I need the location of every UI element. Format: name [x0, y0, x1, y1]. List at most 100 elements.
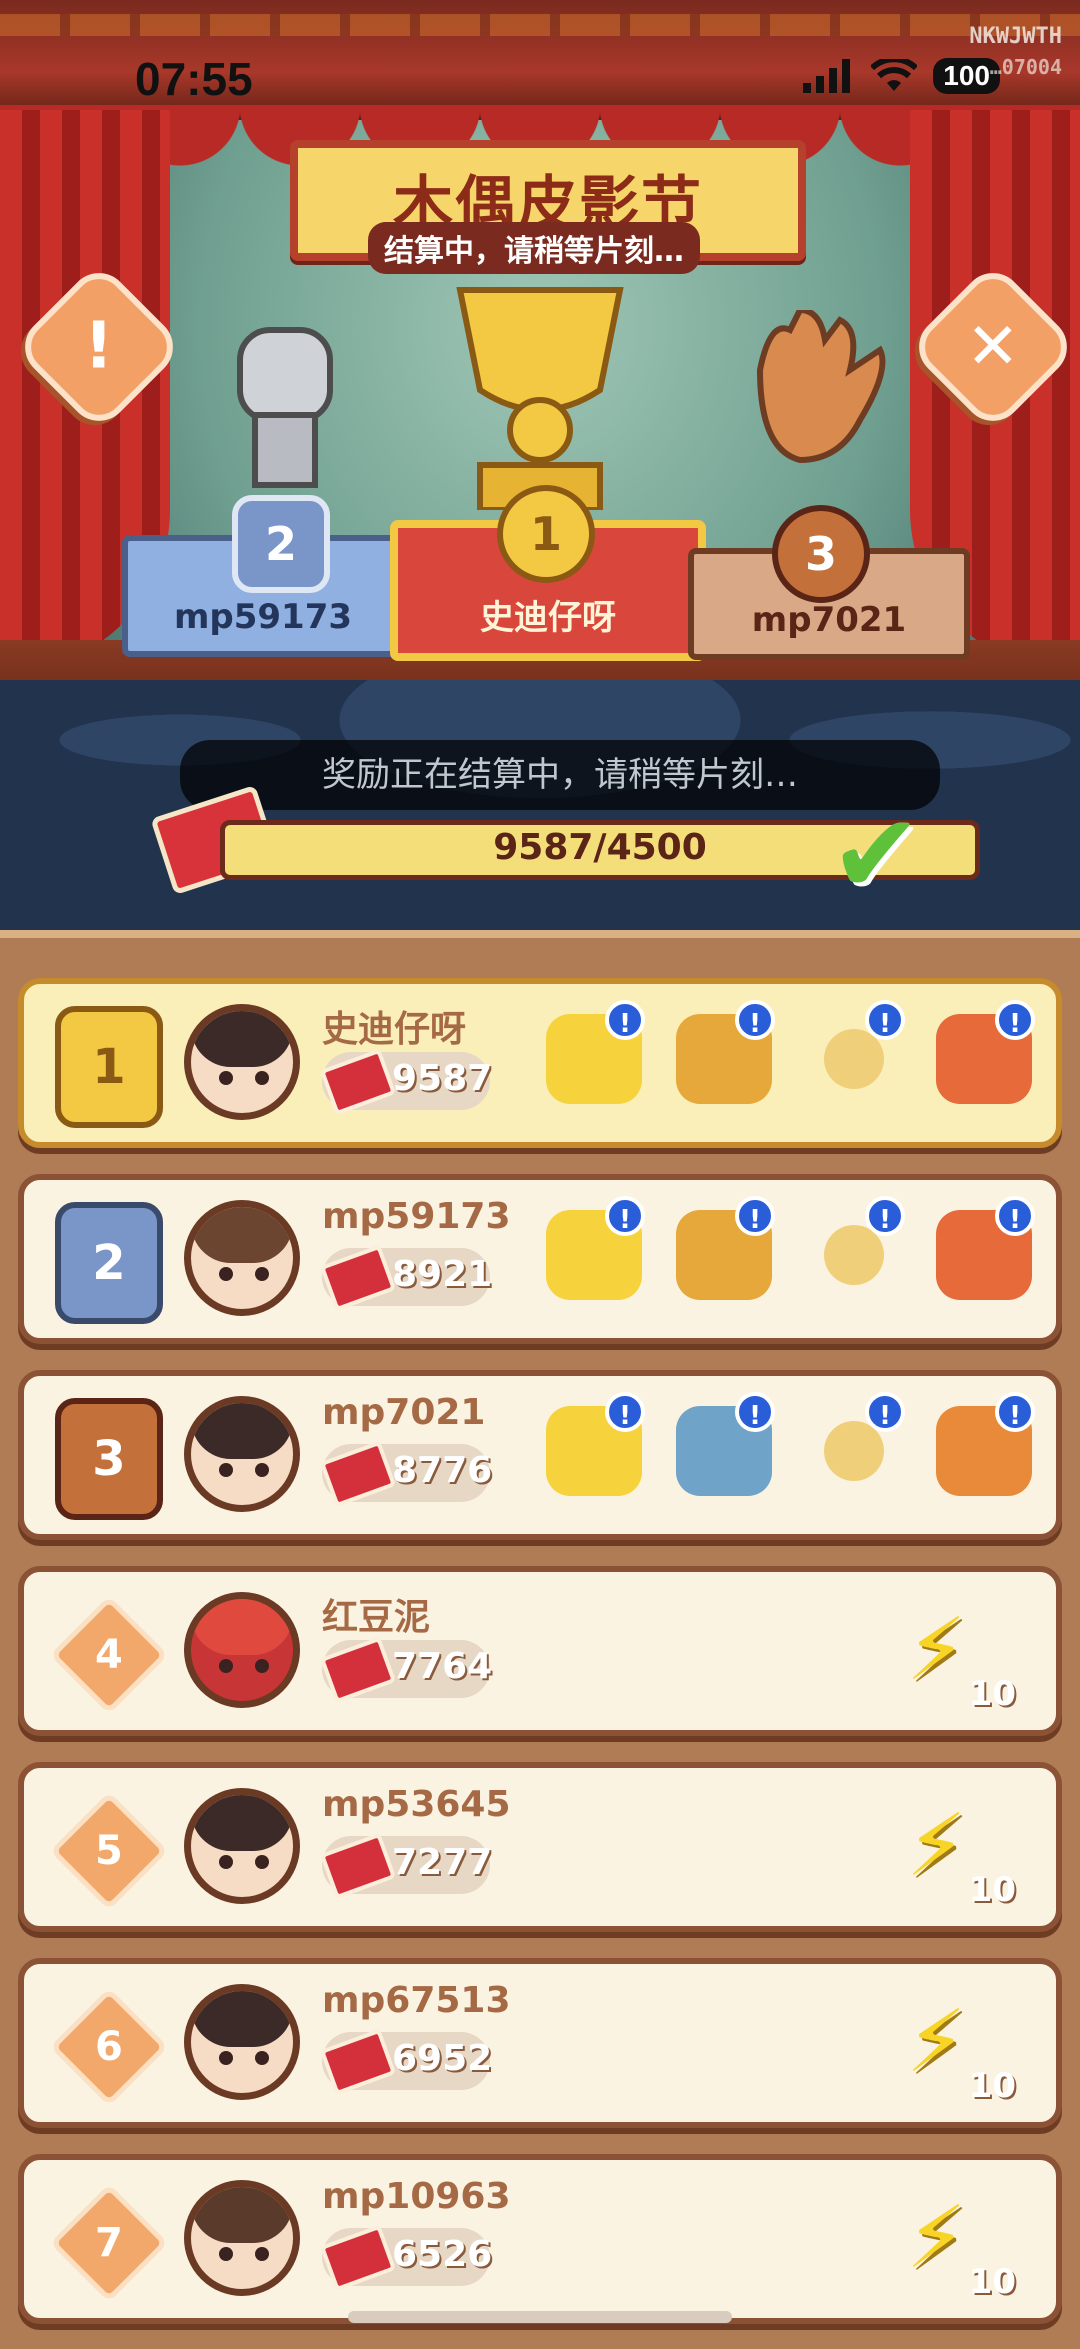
ticket-icon — [319, 1244, 397, 1312]
info-icon[interactable]: ! — [865, 1196, 905, 1236]
avatar[interactable] — [184, 1788, 300, 1904]
close-icon: ✕ — [966, 310, 1020, 384]
rank-badge: 6 — [49, 1987, 169, 2107]
info-icon[interactable]: ! — [605, 1000, 645, 1040]
avatar[interactable] — [184, 1592, 300, 1708]
rank-1-badge: 1 — [497, 485, 595, 583]
info-icon[interactable]: ! — [605, 1196, 645, 1236]
info-icon[interactable]: ! — [735, 1392, 775, 1432]
reward-count: 10 — [968, 1674, 1016, 1714]
reward-item[interactable]: ! — [799, 1196, 909, 1310]
leaderboard-row[interactable]: 7 mp10963 6526 ⚡ 10 — [18, 2154, 1062, 2324]
player-name: mp67513 — [322, 1980, 511, 2021]
player-score: 9587 — [319, 1048, 492, 1116]
player-score: 7277 — [319, 1832, 493, 1900]
reward-item[interactable]: ! — [929, 1000, 1039, 1114]
key-icon — [824, 1421, 884, 1481]
leaderboard-row[interactable]: 2 mp59173 8921 ! ! ! ! — [18, 1174, 1062, 1344]
reward-item[interactable]: ! — [929, 1196, 1039, 1310]
avatar[interactable] — [184, 1396, 300, 1512]
beam-decoration — [0, 14, 1080, 36]
score-value: 7764 — [392, 1646, 493, 1687]
score-value: 7277 — [392, 1842, 493, 1883]
watermark-line2: …07004 — [989, 54, 1062, 79]
info-icon[interactable]: ! — [995, 1196, 1035, 1236]
player-name: 红豆泥 — [322, 1597, 431, 1638]
info-icon[interactable]: ! — [995, 1000, 1035, 1040]
reward-item[interactable]: ! — [669, 1196, 779, 1310]
info-icon[interactable]: ! — [995, 1392, 1035, 1432]
bronze-hand-trophy — [730, 306, 900, 494]
bronze-rank-icon: 3 — [55, 1398, 163, 1520]
stage-header: 07:55 100 NKWJWTH …07004 木偶皮影节 结算中，请稍等片刻… — [0, 0, 1080, 930]
settlement-notice: 奖励正在结算中，请稍等片刻… — [180, 740, 940, 810]
rank-badge: 5 — [49, 1791, 169, 1911]
reward-item[interactable]: ! — [799, 1000, 909, 1114]
player-name: mp7021 — [322, 1392, 486, 1433]
leaderboard-list[interactable]: 1 史迪仔呀 9587 ! ! ! ! 2 mp59173 8921 ! ! !… — [0, 930, 1080, 2349]
reward-item[interactable]: ! — [539, 1000, 649, 1114]
check-icon: ✔ — [830, 790, 923, 918]
leaderboard-row[interactable]: 3 mp7021 8776 ! ! ! ! — [18, 1370, 1062, 1540]
info-icon[interactable]: ! — [865, 1000, 905, 1040]
player-score: 6526 — [319, 2224, 492, 2292]
score-value: 6952 — [392, 2038, 493, 2079]
ticket-icon — [319, 1440, 397, 1508]
energy-reward[interactable]: ⚡ 10 — [896, 2182, 1016, 2302]
avatar[interactable] — [184, 1984, 300, 2100]
lightning-icon: ⚡ — [906, 2188, 967, 2288]
leaderboard-row[interactable]: 4 红豆泥 7764 ⚡ 10 — [18, 1566, 1062, 1736]
reward-item[interactable]: ! — [799, 1392, 909, 1506]
fist-icon — [237, 327, 333, 488]
rank-badge: 3 — [54, 1398, 164, 1520]
info-icon[interactable]: ! — [605, 1392, 645, 1432]
leaderboard-row[interactable]: 1 史迪仔呀 9587 ! ! ! ! — [18, 978, 1062, 1148]
avatar[interactable] — [184, 1200, 300, 1316]
avatar[interactable] — [184, 1004, 300, 1120]
player-name: mp59173 — [322, 1196, 511, 1237]
energy-reward[interactable]: ⚡ 10 — [896, 1986, 1016, 2106]
energy-reward[interactable]: ⚡ 10 — [896, 1594, 1016, 1714]
leaderboard-row[interactable]: 5 mp53645 7277 ⚡ 10 — [18, 1762, 1062, 1932]
reward-count: 10 — [968, 2262, 1016, 2302]
status-time: 07:55 — [135, 53, 253, 105]
rank-number: 5 — [95, 1828, 123, 1874]
key-icon — [824, 1225, 884, 1285]
rank-number: 7 — [95, 2220, 123, 2266]
energy-reward[interactable]: ⚡ 10 — [896, 1790, 1016, 1910]
reward-item[interactable]: ! — [539, 1196, 649, 1310]
event-subtitle: 结算中，请稍等片刻… — [368, 222, 700, 274]
podium-silver-name: mp59173 — [173, 597, 353, 637]
leaderboard-row[interactable]: 6 mp67513 6952 ⚡ 10 — [18, 1958, 1062, 2128]
reward-item[interactable]: ! — [539, 1392, 649, 1506]
info-icon[interactable]: ! — [865, 1392, 905, 1432]
home-indicator[interactable] — [348, 2311, 732, 2323]
watermark-line1: NKWJWTH — [969, 24, 1062, 49]
reward-item[interactable]: ! — [669, 1000, 779, 1114]
rank-diamond-icon: 6 — [49, 1987, 169, 2107]
reward-item[interactable]: ! — [929, 1392, 1039, 1506]
ticket-icon — [319, 2028, 397, 2096]
info-icon[interactable]: ! — [735, 1196, 775, 1236]
score-value: 8776 — [392, 1450, 493, 1491]
player-score: 7764 — [319, 1636, 493, 1704]
player-name: mp53645 — [322, 1784, 511, 1825]
podium-gold-name: 史迪仔呀 — [480, 598, 616, 638]
info-icon: ! — [84, 310, 114, 384]
player-score: 6952 — [319, 2028, 493, 2096]
reward-count: 10 — [968, 1870, 1016, 1910]
ticket-icon — [319, 1636, 397, 1704]
silver-fist-trophy — [200, 320, 360, 494]
avatar[interactable] — [184, 2180, 300, 2296]
info-icon[interactable]: ! — [735, 1000, 775, 1040]
podium-bronze-name: mp7021 — [751, 600, 907, 640]
player-name: 史迪仔呀 — [322, 1009, 467, 1050]
rank-badge: 7 — [49, 2183, 169, 2303]
rank-badge: 4 — [49, 1595, 169, 1715]
rank-badge: 1 — [54, 1006, 164, 1128]
wifi-icon — [871, 59, 918, 91]
silver-rank-icon: 2 — [55, 1202, 163, 1324]
lightning-icon: ⚡ — [906, 1992, 967, 2092]
reward-item[interactable]: ! — [669, 1392, 779, 1506]
gold-rank-icon: 1 — [55, 1006, 163, 1128]
